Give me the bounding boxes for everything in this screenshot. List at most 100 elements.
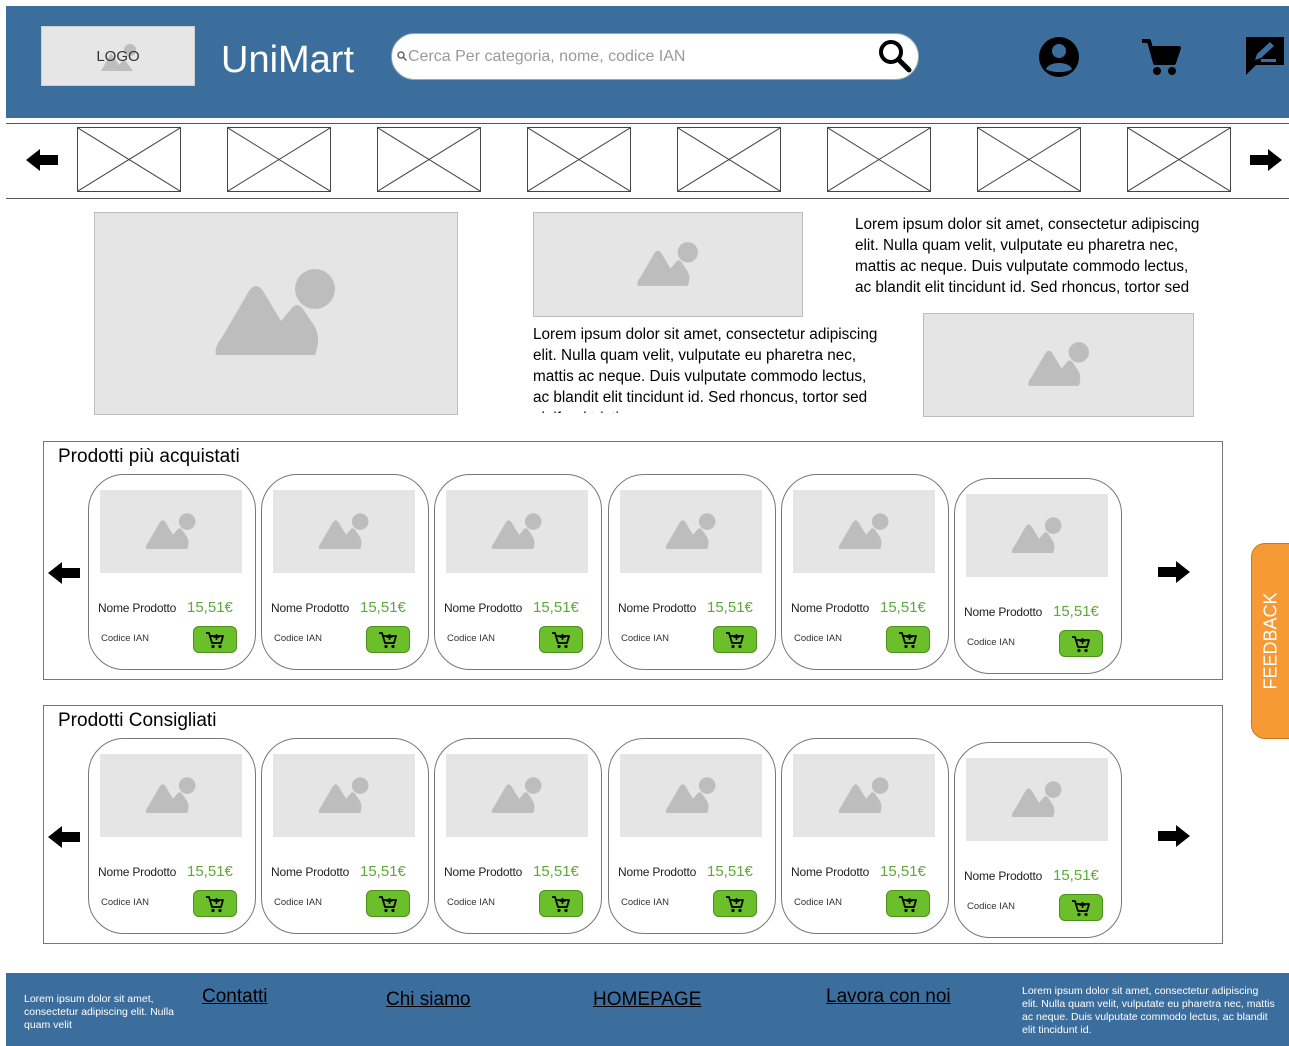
product-price: 15,51€ [360, 599, 406, 616]
product-image[interactable] [793, 754, 935, 837]
add-to-cart-icon [552, 631, 570, 648]
image-placeholder-icon [1011, 780, 1062, 817]
product-card[interactable]: Nome Prodotto 15,51€ Codice IAN [88, 474, 256, 670]
search-mini-icon [397, 51, 407, 61]
product-card[interactable]: Nome Prodotto 15,51€ Codice IAN [608, 474, 776, 670]
product-name: Nome Prodotto [964, 605, 1043, 619]
app-title[interactable]: UniMart [221, 38, 354, 82]
category-item[interactable] [827, 127, 931, 192]
shopping-cart-icon[interactable] [1140, 38, 1182, 78]
image-placeholder-cross-icon [1128, 128, 1230, 191]
product-price: 15,51€ [1053, 867, 1099, 884]
add-to-cart-button[interactable] [713, 626, 757, 653]
footer-link-homepage[interactable]: HOMEPAGE [593, 989, 701, 1011]
footer-link-chi-siamo[interactable]: Chi siamo [386, 989, 470, 1011]
image-placeholder-cross-icon [978, 128, 1080, 191]
product-name: Nome Prodotto [791, 601, 870, 615]
product-image[interactable] [446, 754, 588, 837]
product-name: Nome Prodotto [618, 601, 697, 615]
product-code: Codice IAN [621, 897, 670, 908]
image-placeholder-icon [318, 512, 369, 549]
product-image[interactable] [273, 490, 415, 573]
product-price: 15,51€ [880, 863, 926, 880]
product-image[interactable] [100, 490, 242, 573]
arrow-left-icon[interactable] [24, 148, 60, 172]
search-icon[interactable] [878, 39, 912, 73]
image-placeholder-icon [318, 776, 369, 813]
promo-image-small-1[interactable] [533, 212, 803, 317]
add-to-cart-button[interactable] [886, 626, 930, 653]
product-image[interactable] [620, 490, 762, 573]
add-to-cart-button[interactable] [713, 890, 757, 917]
add-to-cart-icon [552, 895, 570, 912]
add-to-cart-button[interactable] [193, 890, 237, 917]
arrow-left-icon[interactable] [46, 561, 82, 585]
product-price: 15,51€ [533, 599, 579, 616]
category-item[interactable] [1127, 127, 1231, 192]
image-placeholder-icon [145, 776, 196, 813]
add-to-cart-button[interactable] [1059, 894, 1103, 921]
logo-text: LOGO [96, 47, 140, 65]
product-code: Codice IAN [101, 633, 150, 644]
product-name: Nome Prodotto [791, 865, 870, 879]
category-item[interactable] [227, 127, 331, 192]
add-to-cart-button[interactable] [1059, 630, 1103, 657]
image-placeholder-icon [665, 776, 716, 813]
product-card[interactable]: Nome Prodotto 15,51€ Codice IAN [608, 738, 776, 934]
image-placeholder-icon [491, 776, 542, 813]
product-card[interactable]: Nome Prodotto 15,51€ Codice IAN [88, 738, 256, 934]
edit-note-icon[interactable] [1244, 35, 1286, 77]
category-item[interactable] [977, 127, 1081, 192]
logo[interactable]: LOGO [41, 26, 195, 86]
product-card[interactable]: Nome Prodotto 15,51€ Codice IAN [261, 738, 429, 934]
product-code: Codice IAN [447, 897, 496, 908]
add-to-cart-button[interactable] [193, 626, 237, 653]
product-image[interactable] [966, 494, 1108, 577]
add-to-cart-icon [726, 895, 744, 912]
user-account-icon[interactable] [1038, 36, 1080, 78]
category-item[interactable] [677, 127, 781, 192]
arrow-left-icon[interactable] [46, 825, 82, 849]
arrow-right-icon[interactable] [1156, 824, 1192, 848]
product-image[interactable] [273, 754, 415, 837]
product-card[interactable]: Nome Prodotto 15,51€ Codice IAN [954, 742, 1122, 938]
product-card[interactable]: Nome Prodotto 15,51€ Codice IAN [434, 474, 602, 670]
add-to-cart-button[interactable] [539, 890, 583, 917]
footer-link-contatti[interactable]: Contatti [202, 986, 267, 1008]
feedback-tab[interactable]: FEEDBACK [1251, 543, 1289, 739]
promo-banner-image[interactable] [94, 212, 458, 415]
image-placeholder-icon [215, 268, 335, 355]
add-to-cart-icon [206, 895, 224, 912]
footer-link-lavora-con-noi[interactable]: Lavora con noi [826, 986, 951, 1008]
product-image[interactable] [100, 754, 242, 837]
product-code: Codice IAN [447, 633, 496, 644]
category-item[interactable] [377, 127, 481, 192]
search-bar[interactable] [391, 33, 919, 80]
arrow-right-icon[interactable] [1156, 560, 1192, 584]
product-image[interactable] [446, 490, 588, 573]
promo-image-small-2[interactable] [923, 313, 1194, 417]
product-image[interactable] [620, 754, 762, 837]
product-card[interactable]: Nome Prodotto 15,51€ Codice IAN [954, 478, 1122, 674]
product-image[interactable] [966, 758, 1108, 841]
product-card[interactable]: Nome Prodotto 15,51€ Codice IAN [261, 474, 429, 670]
product-price: 15,51€ [187, 863, 233, 880]
search-input[interactable] [408, 44, 858, 70]
product-card[interactable]: Nome Prodotto 15,51€ Codice IAN [781, 738, 949, 934]
arrow-right-icon[interactable] [1248, 148, 1284, 172]
product-card[interactable]: Nome Prodotto 15,51€ Codice IAN [781, 474, 949, 670]
category-item[interactable] [77, 127, 181, 192]
product-name: Nome Prodotto [98, 865, 177, 879]
product-image[interactable] [793, 490, 935, 573]
category-item[interactable] [527, 127, 631, 192]
add-to-cart-button[interactable] [366, 890, 410, 917]
product-price: 15,51€ [707, 863, 753, 880]
product-card[interactable]: Nome Prodotto 15,51€ Codice IAN [434, 738, 602, 934]
add-to-cart-button[interactable] [539, 626, 583, 653]
add-to-cart-button[interactable] [366, 626, 410, 653]
add-to-cart-icon [379, 631, 397, 648]
product-code: Codice IAN [967, 901, 1016, 912]
add-to-cart-button[interactable] [886, 890, 930, 917]
product-code: Codice IAN [794, 897, 843, 908]
image-placeholder-icon [665, 512, 716, 549]
